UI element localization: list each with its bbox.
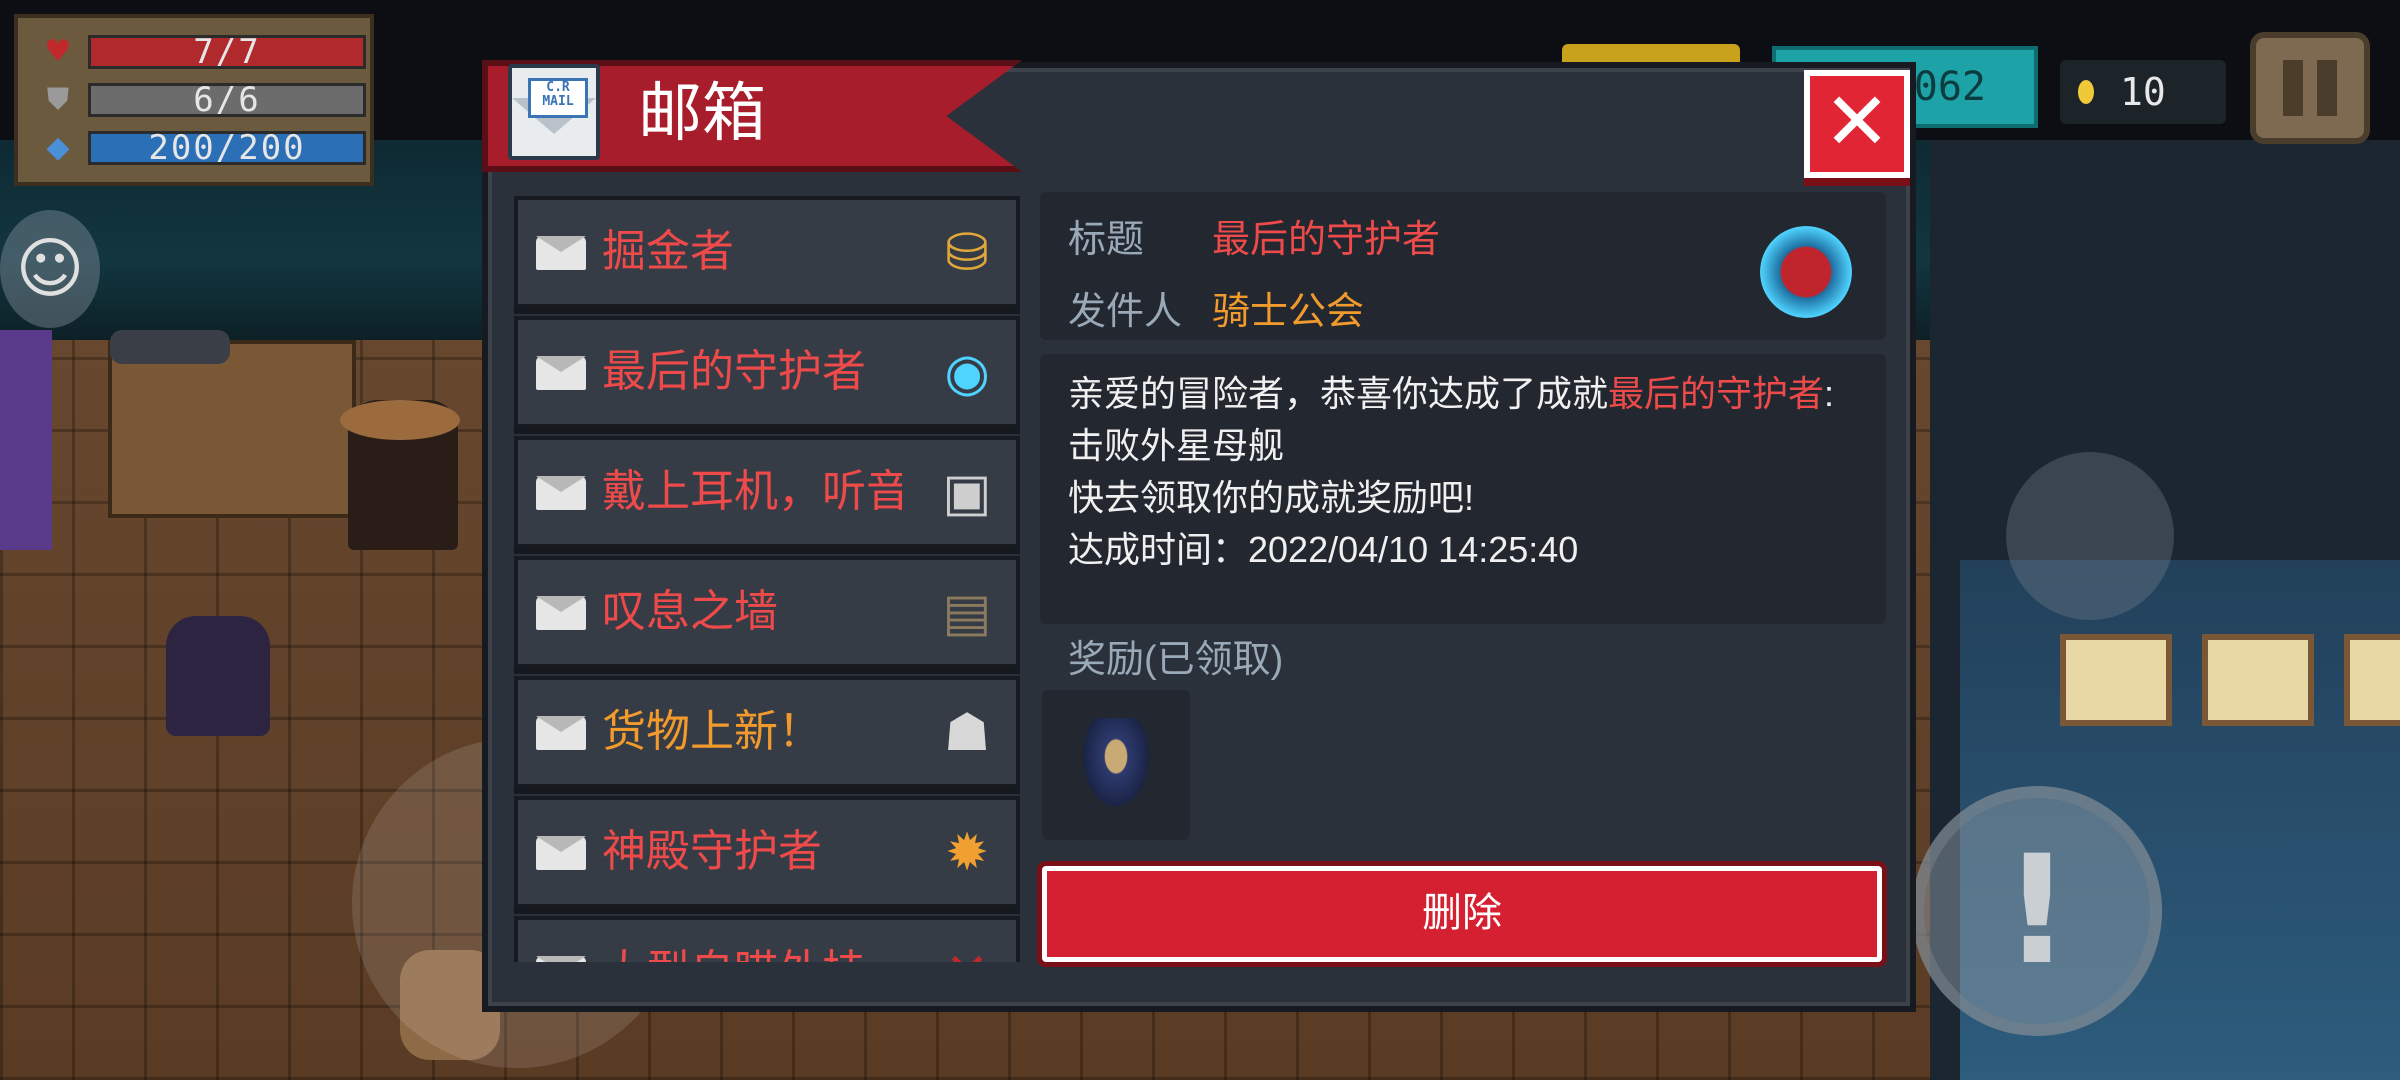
coin-icon — [2078, 80, 2094, 104]
coin-count: 10 — [2120, 70, 2166, 114]
hp-row: ♥ 7/7 — [38, 34, 366, 70]
reward-character-icon — [1078, 718, 1154, 814]
arcade-machine — [0, 330, 52, 550]
envelope-open-icon — [536, 476, 586, 510]
mail-item[interactable]: 神殿守护者 ✹ — [514, 796, 1020, 908]
envelope-open-icon — [536, 956, 586, 962]
armor-bar: 6/6 — [88, 83, 366, 117]
shop-board-1 — [2060, 634, 2172, 726]
mail-item[interactable]: 货物上新！ ☗ — [514, 676, 1020, 788]
mail-subject: 叹息之墙 — [602, 587, 778, 636]
title-value: 最后的守护者 — [1212, 219, 1441, 261]
envelope-open-icon — [536, 356, 586, 390]
emote-button[interactable]: ☺ — [0, 210, 100, 328]
coin-counter: 10 — [2060, 60, 2226, 124]
mail-subject: 大型自瞄外挂 — [602, 942, 902, 962]
shop-board-3 — [2344, 634, 2400, 726]
mail-subject: 最后的守护者 — [602, 347, 866, 396]
achievement-name: 最后的守护者 — [1608, 373, 1825, 414]
npc-hat — [340, 400, 460, 440]
body-line-1-prefix: 亲爱的冒险者，恭喜你达成了成就 — [1068, 373, 1609, 414]
energy-bar: 200/200 — [88, 131, 366, 165]
close-button[interactable]: ✕ — [1804, 70, 1910, 178]
merchant-icon: ☗ — [943, 703, 991, 763]
weapon-icon: ✕ — [928, 934, 1006, 962]
body-line-1-suffix: : — [1824, 373, 1835, 414]
mailbox-title: 邮箱 — [638, 77, 766, 149]
mail-subject: 神殿守护者 — [602, 827, 822, 876]
gold-pile-icon: ⛁ — [945, 223, 989, 283]
weapon-swap-button[interactable] — [2006, 452, 2174, 620]
reward-label: 奖励(已领取) — [1068, 639, 1284, 681]
title-label: 标题 — [1068, 219, 1145, 261]
sender-label: 发件人 — [1068, 291, 1183, 333]
mail-subject: 戴上耳机，听音 — [602, 467, 902, 516]
mail-envelope-icon: C.R MAIL — [508, 64, 600, 160]
pause-icon-bar — [2317, 60, 2337, 116]
mail-item[interactable]: 大型自瞄外挂 ✕ — [514, 916, 1020, 962]
envelope-open-icon — [536, 596, 586, 630]
pause-icon — [2283, 60, 2303, 116]
energy-row: ◆ 200/200 — [38, 130, 366, 166]
mail-item[interactable]: 掘金者 ⛁ — [514, 196, 1020, 308]
mail-logo-label: C.R MAIL — [528, 78, 588, 118]
temple-guardian-icon: ✹ — [945, 823, 989, 883]
sender-value: 骑士公会 — [1212, 291, 1365, 333]
mothership-orb-icon — [1760, 226, 1852, 318]
gem-count: 062 — [1913, 64, 1986, 110]
delete-button[interactable]: 删除 — [1042, 866, 1882, 962]
player-stats-panel: ♥ 7/7 ⛊ 6/6 ◆ 200/200 — [14, 14, 374, 186]
body-line-1: 亲爱的冒险者，恭喜你达成了成就最后的守护者: — [1068, 368, 1868, 420]
energy-crystal-icon: ◆ — [46, 130, 70, 165]
body-line-2: 击败外星母舰 — [1068, 425, 1285, 466]
heart-icon: ♥ — [44, 34, 72, 69]
cat-prop — [110, 330, 230, 364]
hp-bar: 7/7 — [88, 35, 366, 69]
shield-icon: ⛊ — [46, 82, 70, 117]
envelope-open-icon — [536, 236, 586, 270]
table-prop — [108, 340, 356, 518]
body-line-3: 快去领取你的成就奖励吧! — [1068, 477, 1475, 518]
mail-item[interactable]: 叹息之墙 ▤ — [514, 556, 1020, 668]
mail-body-text: 亲爱的冒险者，恭喜你达成了成就最后的守护者: 击败外星母舰 快去领取你的成就奖励… — [1068, 368, 1868, 576]
armor-row: ⛊ 6/6 — [38, 82, 366, 118]
npc-witch — [166, 616, 270, 736]
shop-board-2 — [2202, 634, 2314, 726]
mail-list[interactable]: 掘金者 ⛁ 最后的守护者 ◉ 戴上耳机，听音 ▣ 叹息之墙 ▤ 货物上新！ ☗ … — [510, 192, 1020, 962]
mail-item-selected[interactable]: 最后的守护者 ◉ — [514, 316, 1020, 428]
wall-icon: ▤ — [942, 583, 992, 643]
music-box-icon: ▣ — [942, 463, 992, 523]
pause-button[interactable] — [2250, 32, 2370, 144]
skill-button[interactable]: ! — [1912, 786, 2162, 1036]
mail-item[interactable]: 戴上耳机，听音 ▣ — [514, 436, 1020, 548]
achievement-time: 达成时间：2022/04/10 14:25:40 — [1068, 529, 1579, 570]
envelope-open-icon — [536, 716, 586, 750]
mail-subject: 掘金者 — [602, 227, 734, 276]
envelope-open-icon — [536, 836, 586, 870]
mothership-orb-icon: ◉ — [944, 343, 990, 403]
mail-subject: 货物上新！ — [602, 707, 822, 756]
